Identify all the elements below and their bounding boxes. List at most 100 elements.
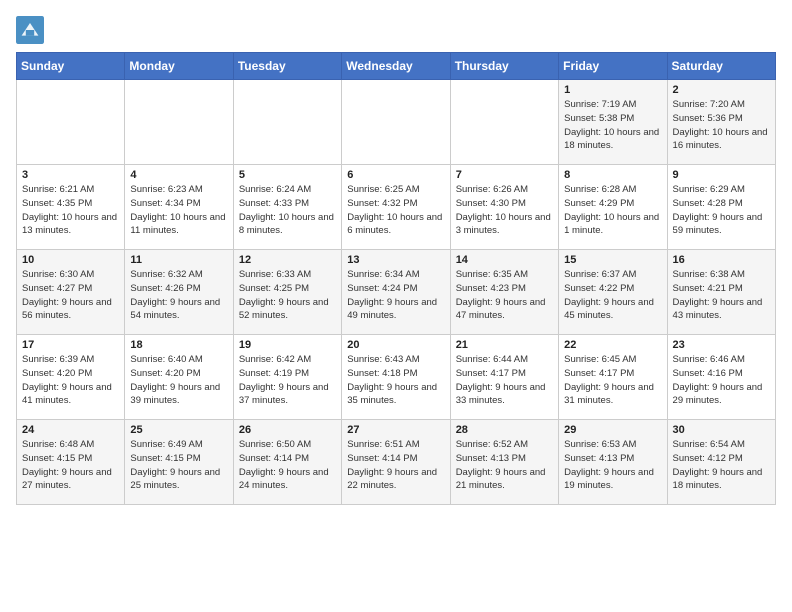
day-number: 27 xyxy=(347,424,444,436)
calendar-cell: 16Sunrise: 6:38 AM Sunset: 4:21 PM Dayli… xyxy=(667,250,775,335)
calendar-cell: 19Sunrise: 6:42 AM Sunset: 4:19 PM Dayli… xyxy=(233,335,341,420)
day-info: Sunrise: 6:32 AM Sunset: 4:26 PM Dayligh… xyxy=(130,268,227,323)
calendar-cell: 22 Sunrise: 6:45 AM Sunset: 4:17 PM Dayli… xyxy=(559,335,667,420)
calendar-cell: 14 Sunrise: 6:35 AM Sunset: 4:23 PM Dayli… xyxy=(450,250,558,335)
calendar-cell: 17Sunrise: 6:39 AM Sunset: 4:20 PM Dayli… xyxy=(17,335,125,420)
day-info: Sunrise: 6:43 AM Sunset: 4:18 PM Dayligh… xyxy=(347,353,444,408)
calendar-cell xyxy=(17,80,125,165)
day-number: 14 xyxy=(456,254,553,266)
day-info: Sunrise: 6:52 AM Sunset: 4:13 PM Dayligh… xyxy=(456,438,553,493)
day-info: Sunrise: 7:19 AM Sunset: 5:38 PM Dayligh… xyxy=(564,98,661,153)
day-number: 26 xyxy=(239,424,336,436)
day-number: 17 xyxy=(22,339,119,351)
day-info: Sunrise: 6:49 AM Sunset: 4:15 PM Dayligh… xyxy=(130,438,227,493)
calendar-cell: 29 Sunrise: 6:53 AM Sunset: 4:13 PM Dayli… xyxy=(559,420,667,505)
header-cell-thursday: Thursday xyxy=(450,53,558,80)
calendar-cell: 13 Sunrise: 6:34 AM Sunset: 4:24 PM Dayli… xyxy=(342,250,450,335)
day-number: 12 xyxy=(239,254,336,266)
day-number: 29 xyxy=(564,424,661,436)
day-info: Sunrise: 6:40 AM Sunset: 4:20 PM Dayligh… xyxy=(130,353,227,408)
header-cell-friday: Friday xyxy=(559,53,667,80)
day-info: Sunrise: 6:50 AM Sunset: 4:14 PM Dayligh… xyxy=(239,438,336,493)
day-info: Sunrise: 6:25 AM Sunset: 4:32 PM Dayligh… xyxy=(347,183,444,238)
calendar-header-row: SundayMondayTuesdayWednesdayThursdayFrid… xyxy=(17,53,776,80)
calendar-cell: 9 Sunrise: 6:29 AM Sunset: 4:28 PM Daylig… xyxy=(667,165,775,250)
calendar-cell: 24Sunrise: 6:48 AM Sunset: 4:15 PM Dayli… xyxy=(17,420,125,505)
header-cell-wednesday: Wednesday xyxy=(342,53,450,80)
calendar-cell: 12 Sunrise: 6:33 AM Sunset: 4:25 PM Dayli… xyxy=(233,250,341,335)
day-number: 9 xyxy=(673,169,770,181)
day-number: 18 xyxy=(130,339,227,351)
calendar-cell: 7 Sunrise: 6:26 AM Sunset: 4:30 PM Daylig… xyxy=(450,165,558,250)
day-number: 11 xyxy=(130,254,227,266)
day-info: Sunrise: 7:20 AM Sunset: 5:36 PM Dayligh… xyxy=(673,98,770,153)
day-info: Sunrise: 6:44 AM Sunset: 4:17 PM Dayligh… xyxy=(456,353,553,408)
day-number: 2 xyxy=(673,84,770,96)
day-number: 30 xyxy=(673,424,770,436)
calendar-cell: 27 Sunrise: 6:51 AM Sunset: 4:14 PM Dayli… xyxy=(342,420,450,505)
day-info: Sunrise: 6:37 AM Sunset: 4:22 PM Dayligh… xyxy=(564,268,661,323)
calendar-cell: 11 Sunrise: 6:32 AM Sunset: 4:26 PM Dayli… xyxy=(125,250,233,335)
calendar-cell: 8Sunrise: 6:28 AM Sunset: 4:29 PM Daylig… xyxy=(559,165,667,250)
day-info: Sunrise: 6:24 AM Sunset: 4:33 PM Dayligh… xyxy=(239,183,336,238)
day-number: 10 xyxy=(22,254,119,266)
day-number: 3 xyxy=(22,169,119,181)
day-number: 4 xyxy=(130,169,227,181)
day-info: Sunrise: 6:42 AM Sunset: 4:19 PM Dayligh… xyxy=(239,353,336,408)
day-number: 15 xyxy=(564,254,661,266)
calendar-cell xyxy=(342,80,450,165)
day-number: 6 xyxy=(347,169,444,181)
calendar-table: SundayMondayTuesdayWednesdayThursdayFrid… xyxy=(16,52,776,505)
calendar-cell: 28 Sunrise: 6:52 AM Sunset: 4:13 PM Dayli… xyxy=(450,420,558,505)
day-info: Sunrise: 6:45 AM Sunset: 4:17 PM Dayligh… xyxy=(564,353,661,408)
header-cell-monday: Monday xyxy=(125,53,233,80)
day-info: Sunrise: 6:30 AM Sunset: 4:27 PM Dayligh… xyxy=(22,268,119,323)
calendar-cell: 25Sunrise: 6:49 AM Sunset: 4:15 PM Dayli… xyxy=(125,420,233,505)
calendar-cell: 3 Sunrise: 6:21 AM Sunset: 4:35 PM Daylig… xyxy=(17,165,125,250)
day-info: Sunrise: 6:34 AM Sunset: 4:24 PM Dayligh… xyxy=(347,268,444,323)
day-number: 7 xyxy=(456,169,553,181)
day-info: Sunrise: 6:35 AM Sunset: 4:23 PM Dayligh… xyxy=(456,268,553,323)
day-number: 23 xyxy=(673,339,770,351)
calendar-week-row: 24Sunrise: 6:48 AM Sunset: 4:15 PM Dayli… xyxy=(17,420,776,505)
calendar-cell: 5 Sunrise: 6:24 AM Sunset: 4:33 PM Daylig… xyxy=(233,165,341,250)
calendar-cell xyxy=(233,80,341,165)
day-number: 16 xyxy=(673,254,770,266)
logo-icon xyxy=(16,16,44,44)
calendar-cell: 18 Sunrise: 6:40 AM Sunset: 4:20 PM Dayli… xyxy=(125,335,233,420)
calendar-cell: 20 Sunrise: 6:43 AM Sunset: 4:18 PM Dayli… xyxy=(342,335,450,420)
day-info: Sunrise: 6:51 AM Sunset: 4:14 PM Dayligh… xyxy=(347,438,444,493)
header-cell-saturday: Saturday xyxy=(667,53,775,80)
day-number: 24 xyxy=(22,424,119,436)
day-info: Sunrise: 6:46 AM Sunset: 4:16 PM Dayligh… xyxy=(673,353,770,408)
day-number: 5 xyxy=(239,169,336,181)
calendar-cell: 10 Sunrise: 6:30 AM Sunset: 4:27 PM Dayli… xyxy=(17,250,125,335)
calendar-cell: 15 Sunrise: 6:37 AM Sunset: 4:22 PM Dayli… xyxy=(559,250,667,335)
calendar-week-row: 17Sunrise: 6:39 AM Sunset: 4:20 PM Dayli… xyxy=(17,335,776,420)
header xyxy=(16,16,776,44)
header-cell-sunday: Sunday xyxy=(17,53,125,80)
calendar-cell: 21 Sunrise: 6:44 AM Sunset: 4:17 PM Dayli… xyxy=(450,335,558,420)
day-info: Sunrise: 6:33 AM Sunset: 4:25 PM Dayligh… xyxy=(239,268,336,323)
day-info: Sunrise: 6:21 AM Sunset: 4:35 PM Dayligh… xyxy=(22,183,119,238)
logo xyxy=(16,16,48,44)
calendar-cell: 4 Sunrise: 6:23 AM Sunset: 4:34 PM Daylig… xyxy=(125,165,233,250)
day-info: Sunrise: 6:53 AM Sunset: 4:13 PM Dayligh… xyxy=(564,438,661,493)
day-info: Sunrise: 6:54 AM Sunset: 4:12 PM Dayligh… xyxy=(673,438,770,493)
day-number: 22 xyxy=(564,339,661,351)
day-number: 13 xyxy=(347,254,444,266)
calendar-week-row: 3 Sunrise: 6:21 AM Sunset: 4:35 PM Daylig… xyxy=(17,165,776,250)
calendar-cell: 6 Sunrise: 6:25 AM Sunset: 4:32 PM Daylig… xyxy=(342,165,450,250)
calendar-cell: 2 Sunrise: 7:20 AM Sunset: 5:36 PM Daylig… xyxy=(667,80,775,165)
day-info: Sunrise: 6:29 AM Sunset: 4:28 PM Dayligh… xyxy=(673,183,770,238)
calendar-cell: 1Sunrise: 7:19 AM Sunset: 5:38 PM Daylig… xyxy=(559,80,667,165)
day-number: 20 xyxy=(347,339,444,351)
day-number: 21 xyxy=(456,339,553,351)
day-info: Sunrise: 6:26 AM Sunset: 4:30 PM Dayligh… xyxy=(456,183,553,238)
header-cell-tuesday: Tuesday xyxy=(233,53,341,80)
calendar-cell: 23 Sunrise: 6:46 AM Sunset: 4:16 PM Dayli… xyxy=(667,335,775,420)
day-number: 8 xyxy=(564,169,661,181)
day-number: 28 xyxy=(456,424,553,436)
day-info: Sunrise: 6:23 AM Sunset: 4:34 PM Dayligh… xyxy=(130,183,227,238)
calendar-cell: 26 Sunrise: 6:50 AM Sunset: 4:14 PM Dayli… xyxy=(233,420,341,505)
